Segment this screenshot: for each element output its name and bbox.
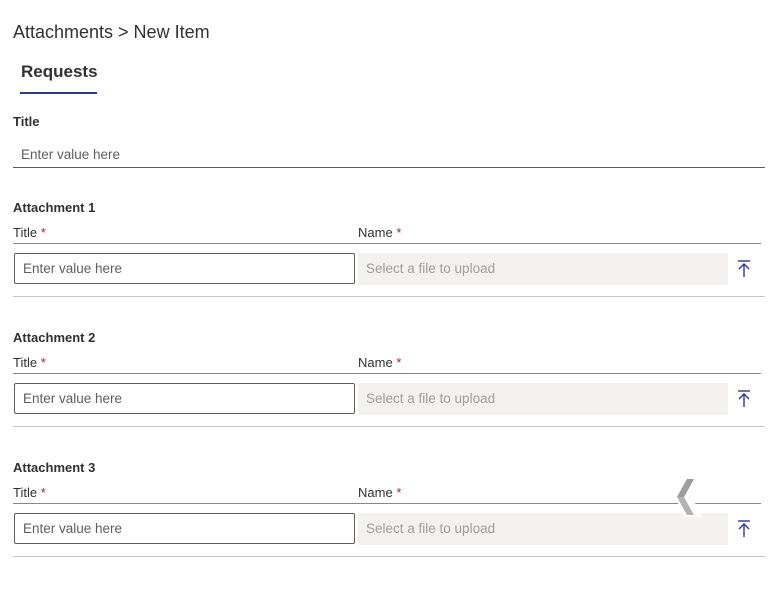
attachment-heading: Attachment 3 (13, 460, 96, 475)
drag-handle-icon[interactable] (671, 477, 703, 517)
required-asterisk: * (40, 485, 46, 500)
attachment-title-input[interactable] (14, 513, 355, 544)
breadcrumb: Attachments > New Item (13, 22, 210, 42)
file-picker-field[interactable]: Select a file to upload (358, 383, 728, 415)
tab-requests[interactable]: Requests (21, 62, 98, 82)
name-column-label: Name * (358, 225, 402, 240)
header-divider (13, 243, 761, 244)
attachment-section-1: Attachment 1 Title * Name * Select a fil… (0, 200, 776, 330)
required-asterisk: * (396, 485, 402, 500)
name-column-label: Name * (358, 485, 402, 500)
header-divider (13, 373, 761, 374)
row-divider (13, 556, 765, 557)
attachment-heading: Attachment 1 (13, 200, 96, 215)
title-field-label: Title (13, 114, 40, 129)
required-asterisk: * (40, 225, 46, 240)
title-input[interactable] (13, 141, 765, 168)
row-divider (13, 296, 765, 297)
name-column-label: Name * (358, 355, 402, 370)
attachment-section-3: Attachment 3 Title * Name * Select a fil… (0, 460, 776, 590)
required-asterisk: * (396, 225, 402, 240)
title-column-label: Title * (13, 485, 46, 500)
file-picker-field[interactable]: Select a file to upload (358, 513, 728, 545)
row-divider (13, 426, 765, 427)
attachment-heading: Attachment 2 (13, 330, 96, 345)
required-asterisk: * (40, 355, 46, 370)
required-asterisk: * (396, 355, 402, 370)
attachment-title-input[interactable] (14, 383, 355, 414)
header-divider (13, 503, 761, 504)
file-picker-field[interactable]: Select a file to upload (358, 253, 728, 285)
upload-icon[interactable] (734, 517, 754, 541)
attachment-section-2: Attachment 2 Title * Name * Select a fil… (0, 330, 776, 460)
tab-active-underline (20, 92, 97, 94)
title-column-label: Title * (13, 355, 46, 370)
title-column-label: Title * (13, 225, 46, 240)
attachment-title-input[interactable] (14, 253, 355, 284)
upload-icon[interactable] (734, 257, 754, 281)
upload-icon[interactable] (734, 387, 754, 411)
